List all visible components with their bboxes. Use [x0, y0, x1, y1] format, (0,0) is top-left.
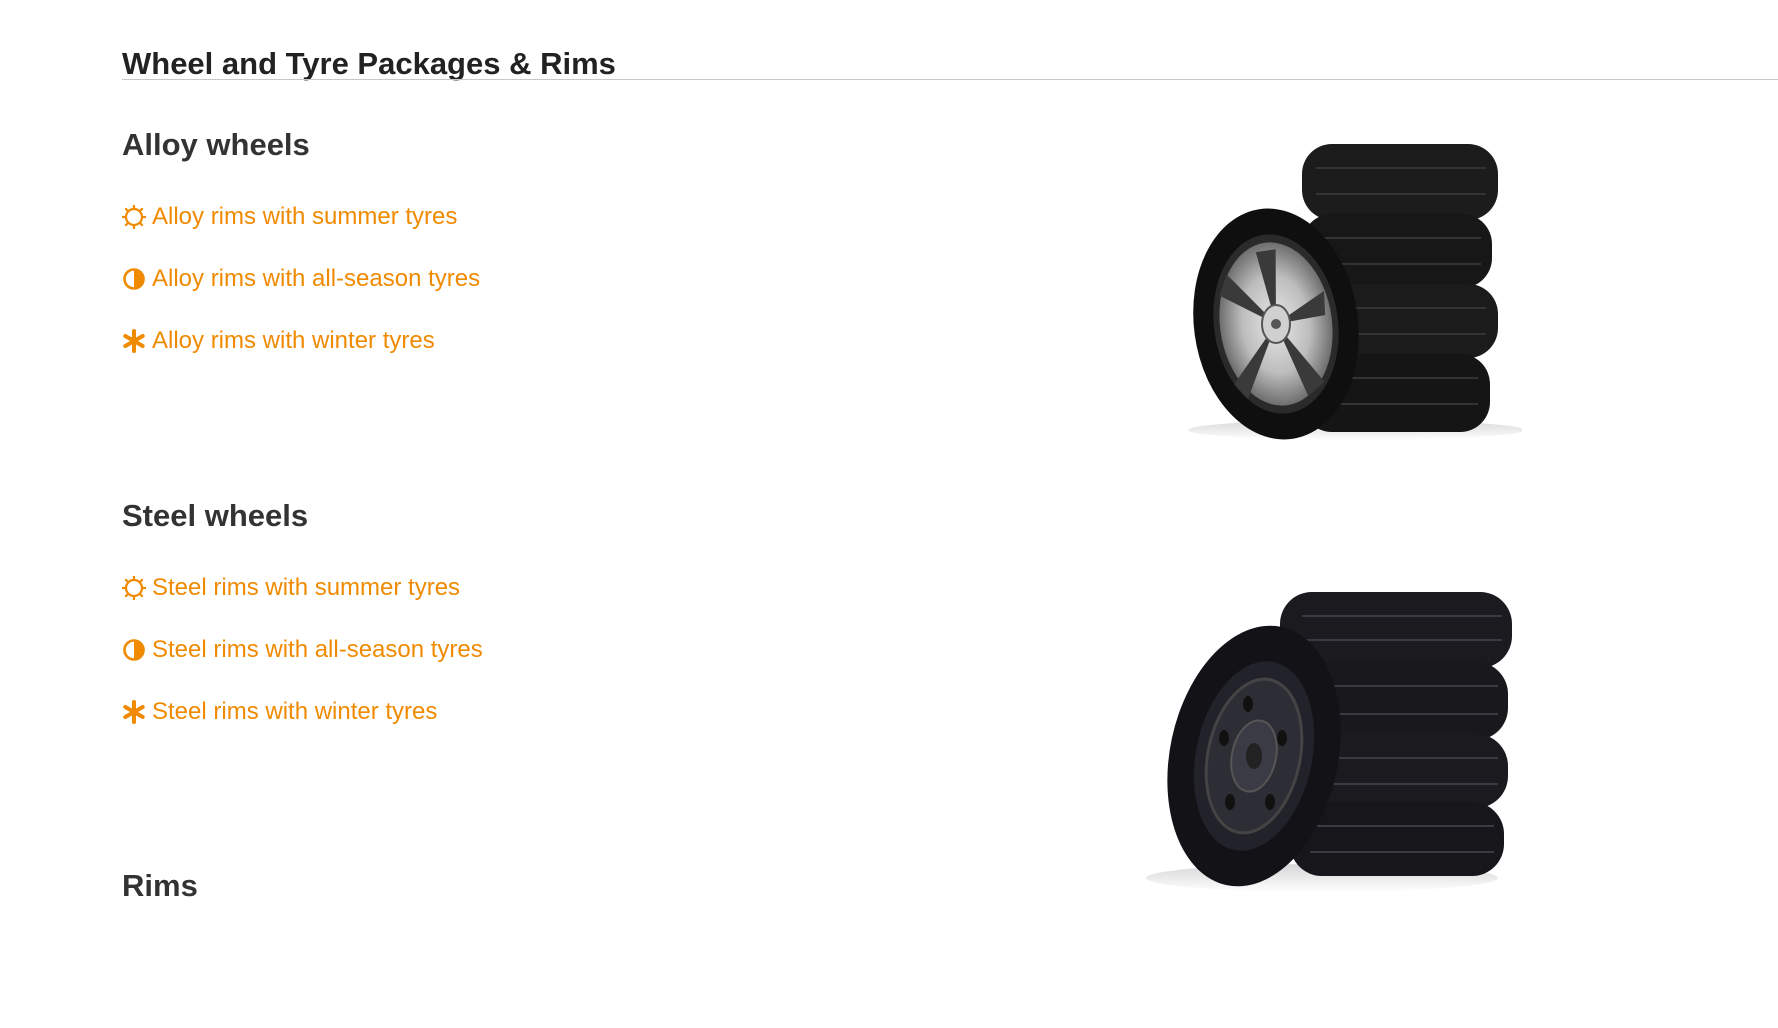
sun-icon	[122, 576, 146, 600]
half-circle-icon	[122, 267, 146, 291]
steel-wheel-tyre-stack-image	[1142, 588, 1514, 899]
option-label: Alloy rims with all-season tyres	[152, 265, 481, 292]
half-circle-icon	[122, 638, 146, 662]
alloy-winter-link[interactable]: Alloy rims with winter tyres	[122, 326, 435, 356]
alloy-wheel-tyre-stack-image	[1176, 138, 1524, 448]
steel-summer-link[interactable]: Steel rims with summer tyres	[122, 573, 460, 603]
option-label: Alloy rims with summer tyres	[152, 203, 458, 230]
section-heading-rims: Rims	[122, 868, 198, 903]
option-label: Steel rims with summer tyres	[152, 574, 461, 601]
alloy-all-season-link[interactable]: Alloy rims with all-season tyres	[122, 264, 480, 294]
snowflake-asterisk-icon	[122, 329, 146, 353]
page-title: Wheel and Tyre Packages & Rims	[122, 46, 616, 81]
alloy-summer-link[interactable]: Alloy rims with summer tyres	[122, 202, 457, 232]
section-heading-alloy-wheels: Alloy wheels	[122, 127, 310, 162]
section-heading-steel-wheels: Steel wheels	[122, 498, 309, 533]
option-label: Alloy rims with winter tyres	[152, 327, 435, 354]
steel-winter-link[interactable]: Steel rims with winter tyres	[122, 697, 437, 727]
title-divider	[122, 79, 1778, 80]
option-label: Steel rims with winter tyres	[152, 698, 438, 725]
snowflake-asterisk-icon	[122, 700, 146, 724]
sun-icon	[122, 205, 146, 229]
option-label: Steel rims with all-season tyres	[152, 636, 483, 663]
steel-all-season-link[interactable]: Steel rims with all-season tyres	[122, 635, 483, 665]
